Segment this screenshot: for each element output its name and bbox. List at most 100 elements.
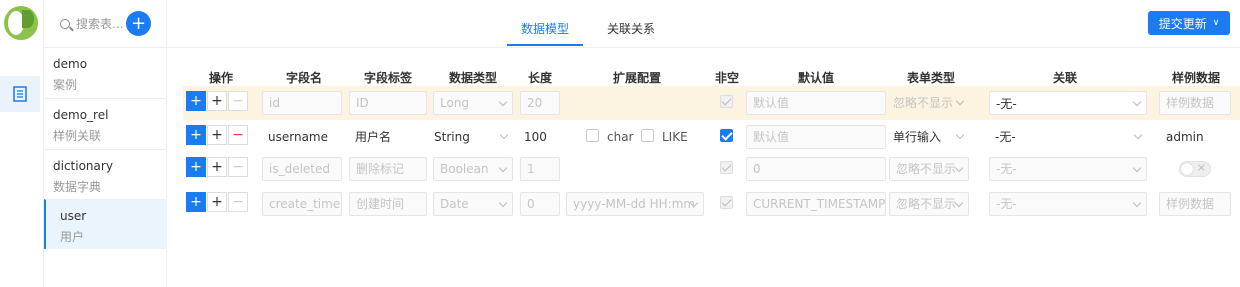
data-type-value: String xyxy=(434,130,470,144)
submit-label: 提交更新 xyxy=(1158,16,1207,31)
sample-data-input[interactable]: admin xyxy=(1160,125,1232,149)
length-input[interactable]: 0 xyxy=(520,192,560,216)
chevron-down-icon: ∨ xyxy=(1212,18,1220,28)
sample-toggle[interactable] xyxy=(1179,161,1211,177)
chevron-down-icon xyxy=(498,97,508,107)
table-row: + + − create_time 创建时间 Date 0 yyyy-MM-dd… xyxy=(183,187,1240,221)
form-type-select[interactable]: 忽略不显示 xyxy=(887,91,969,115)
notnull-checkbox[interactable] xyxy=(720,196,733,209)
col-header-relation: 关联 xyxy=(1052,71,1078,85)
ext-format-select[interactable]: yyyy-MM-dd HH:mm xyxy=(566,192,704,216)
relation-value: -无- xyxy=(995,130,1016,144)
entity-name: dictionary xyxy=(53,159,113,173)
add-child-button[interactable]: + xyxy=(186,91,206,111)
insert-row-button[interactable]: + xyxy=(207,157,227,177)
entity-item-demo[interactable]: demo 案例 xyxy=(44,47,167,97)
chevron-down-icon xyxy=(1133,130,1143,140)
ext-format-value: yyyy-MM-dd HH:mm xyxy=(573,197,696,211)
add-child-button[interactable]: + xyxy=(186,125,206,145)
default-value-input[interactable]: 默认值 xyxy=(746,91,886,115)
chevron-down-icon xyxy=(498,163,508,173)
sample-data-input[interactable]: 样例数据 xyxy=(1159,192,1231,216)
field-name-input[interactable]: username xyxy=(262,125,342,149)
add-child-button[interactable]: + xyxy=(186,157,206,177)
table-row: + + − id ID Long 20 默认值 忽略不显示 -无- 样例数据 xyxy=(183,86,1240,120)
form-type-select[interactable]: 忽略不显示 xyxy=(889,192,969,216)
entity-desc: 用户 xyxy=(60,230,85,244)
remove-row-button[interactable]: − xyxy=(228,192,248,212)
relation-select[interactable]: -无- xyxy=(989,192,1147,216)
length-input[interactable]: 20 xyxy=(520,91,560,115)
row-ops: + + − xyxy=(186,157,249,177)
default-value-input[interactable]: 0 xyxy=(746,157,886,181)
data-type-select[interactable]: Long xyxy=(433,91,513,115)
chevron-down-icon xyxy=(955,96,965,106)
view-tabs: 数据模型 关联关系 xyxy=(507,20,669,46)
rail-item-model[interactable] xyxy=(0,76,40,112)
table-row: + + − username 用户名 String 100 char LIKE … xyxy=(183,120,1240,154)
entity-list: 搜索表... + demo 案例 demo_rel 样例关联 dictionar… xyxy=(44,0,167,287)
remove-row-button[interactable]: − xyxy=(228,157,248,177)
col-header-ext: 扩展配置 xyxy=(612,71,662,85)
length-input[interactable]: 1 xyxy=(520,157,560,181)
ext-like-checkbox[interactable] xyxy=(641,129,654,142)
remove-row-button[interactable]: − xyxy=(228,91,248,111)
insert-row-button[interactable]: + xyxy=(207,192,227,212)
form-type-select[interactable]: 忽略不显示 xyxy=(889,157,969,181)
entity-desc: 案例 xyxy=(53,78,78,92)
add-child-button[interactable]: + xyxy=(186,192,206,212)
data-type-select[interactable]: String xyxy=(428,125,513,149)
default-value-input[interactable]: 默认值 xyxy=(746,125,886,149)
entity-desc: 样例关联 xyxy=(53,129,102,143)
col-header-form: 表单类型 xyxy=(906,71,956,85)
relation-select[interactable]: -无- xyxy=(989,157,1147,181)
ext-char-checkbox[interactable] xyxy=(586,129,599,142)
search-input[interactable]: 搜索表... xyxy=(76,15,128,32)
form-type-select[interactable]: 单行输入 xyxy=(887,125,969,149)
row-ops: + + − xyxy=(186,192,249,212)
tab-relations[interactable]: 关联关系 xyxy=(593,20,669,46)
relation-value: -无- xyxy=(996,162,1017,176)
field-name-input[interactable]: is_deleted xyxy=(262,157,342,181)
table-row: + + − is_deleted 删除标记 Boolean 1 0 忽略不显示 … xyxy=(183,152,1240,186)
col-header-default: 默认值 xyxy=(797,71,835,85)
field-label-input[interactable]: 删除标记 xyxy=(349,157,427,181)
entity-name: user xyxy=(60,209,87,223)
chevron-down-icon xyxy=(955,130,965,140)
insert-row-button[interactable]: + xyxy=(207,91,227,111)
ext-like-label: LIKE xyxy=(662,130,688,144)
field-label-input[interactable]: 创建时间 xyxy=(349,192,427,216)
notnull-checkbox[interactable] xyxy=(720,161,733,174)
relation-select[interactable]: -无- xyxy=(989,125,1147,149)
add-entity-button[interactable]: + xyxy=(126,11,151,36)
entity-item-demo-rel[interactable]: demo_rel 样例关联 xyxy=(44,98,167,148)
field-label-input[interactable]: ID xyxy=(349,91,427,115)
field-label-input[interactable]: 用户名 xyxy=(349,125,427,149)
entity-desc: 数据字典 xyxy=(53,180,102,194)
search-icon xyxy=(60,18,70,29)
length-input[interactable]: 100 xyxy=(518,125,558,149)
form-type-value: 忽略不显示 xyxy=(893,96,954,110)
chevron-down-icon xyxy=(954,198,964,208)
col-header-sample: 样例数据 xyxy=(1171,71,1221,85)
relation-select[interactable]: -无- xyxy=(989,91,1147,115)
chevron-down-icon xyxy=(1132,163,1142,173)
field-name-input[interactable]: id xyxy=(262,91,342,115)
tab-data-model[interactable]: 数据模型 xyxy=(507,20,584,46)
insert-row-button[interactable]: + xyxy=(207,125,227,145)
field-name-input[interactable]: create_time xyxy=(262,192,342,216)
data-type-select[interactable]: Date xyxy=(433,192,513,216)
chevron-down-icon xyxy=(1132,198,1142,208)
entity-item-dictionary[interactable]: dictionary 数据字典 xyxy=(44,149,167,199)
tab-divider xyxy=(167,47,1240,48)
data-type-select[interactable]: Boolean xyxy=(433,157,513,181)
entity-item-user[interactable]: user 用户 xyxy=(44,199,167,249)
row-ops: + + − xyxy=(186,91,249,111)
notnull-checkbox[interactable] xyxy=(720,95,733,108)
sample-data-input[interactable]: 样例数据 xyxy=(1159,91,1231,115)
list-icon xyxy=(13,86,27,102)
notnull-checkbox[interactable] xyxy=(720,129,733,142)
default-value-input[interactable]: CURRENT_TIMESTAMP xyxy=(746,192,886,216)
remove-row-button[interactable]: − xyxy=(228,125,248,145)
submit-update-button[interactable]: 提交更新 ∨ xyxy=(1148,11,1230,35)
